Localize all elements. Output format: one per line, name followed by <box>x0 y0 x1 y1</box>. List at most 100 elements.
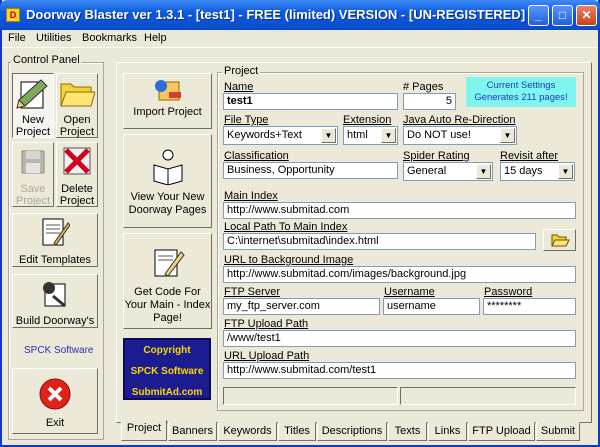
chevron-down-icon[interactable]: ▼ <box>321 128 336 143</box>
ftp-server-field[interactable]: my_ftp_server.com <box>223 298 380 315</box>
ftp-path-label: FTP Upload Path <box>224 318 309 330</box>
spck-software-link[interactable]: SPCK Software <box>24 345 93 356</box>
password-label: Password <box>484 286 533 298</box>
view-pages-button[interactable]: View Your New Doorway Pages <box>123 134 212 228</box>
tab-links[interactable]: Links <box>428 422 467 441</box>
tab-titles[interactable]: Titles <box>278 422 316 441</box>
classification-field[interactable]: Business, Opportunity <box>223 162 398 179</box>
classification-label: Classification <box>224 150 289 162</box>
build-doorways-button[interactable]: Build Doorway's <box>12 274 98 328</box>
window-title: Doorway Blaster ver 1.3.1 - [test1] - FR… <box>26 7 526 22</box>
badge-line-site: SubmitAd.com <box>131 387 203 398</box>
pages-field[interactable]: 5 <box>403 93 456 110</box>
get-code-button[interactable]: Get Code For Your Main - Index Page! <box>123 233 212 329</box>
exit-icon <box>39 378 71 410</box>
edit-templates-icon <box>42 218 70 246</box>
status-panel-right <box>400 387 576 405</box>
java-label: Java Auto Re-Direction <box>403 114 516 126</box>
bg-image-field[interactable]: http://www.submitad.com/images/backgroun… <box>223 266 576 283</box>
build-doorways-label: Build Doorway's <box>15 315 95 327</box>
menu-bookmarks[interactable]: Bookmarks <box>82 32 137 44</box>
folder-icon <box>60 83 95 107</box>
control-panel-legend: Control Panel <box>11 54 82 66</box>
local-path-label: Local Path To Main Index <box>224 221 348 233</box>
java-select[interactable]: Do NOT use! ▼ <box>403 126 517 145</box>
revisit-value: 15 days <box>504 165 543 177</box>
get-code-icon <box>154 249 185 277</box>
edit-templates-label: Edit Templates <box>19 254 91 266</box>
chevron-down-icon[interactable]: ▼ <box>476 164 491 179</box>
menu-help[interactable]: Help <box>144 32 167 44</box>
exit-button[interactable]: Exit <box>12 368 98 434</box>
revisit-select[interactable]: 15 days ▼ <box>500 162 575 181</box>
chevron-down-icon[interactable]: ▼ <box>500 128 515 143</box>
new-project-icon <box>16 79 48 109</box>
edit-templates-button[interactable]: Edit Templates <box>12 213 98 267</box>
menu-utilities[interactable]: Utilities <box>36 32 71 44</box>
delete-project-button[interactable]: Delete Project <box>56 142 98 207</box>
name-field[interactable]: test1 <box>223 93 398 110</box>
import-project-icon <box>154 80 181 101</box>
local-path-field[interactable]: C:\internet\submitad\index.html <box>223 233 536 250</box>
url-upload-field[interactable]: http://www.submitad.com/test1 <box>223 362 576 379</box>
exit-label: Exit <box>45 417 65 429</box>
save-project-button[interactable]: Save Project <box>12 142 54 207</box>
title-bar[interactable]: D Doorway Blaster ver 1.3.1 - [test1] - … <box>0 0 600 30</box>
username-field[interactable]: username <box>383 298 480 315</box>
bg-image-label: URL to Background Image <box>224 254 354 266</box>
spider-select[interactable]: General ▼ <box>403 162 493 181</box>
minimize-button[interactable]: _ <box>528 5 549 26</box>
extension-label: Extension <box>343 114 392 126</box>
browse-folder-button[interactable] <box>543 229 576 251</box>
app-icon: D <box>6 8 20 22</box>
filetype-value: Keywords+Text <box>227 129 302 141</box>
build-doorways-icon <box>43 282 66 308</box>
project-legend: Project <box>222 65 261 77</box>
import-project-button[interactable]: Import Project <box>123 73 212 129</box>
extension-value: html <box>347 129 368 141</box>
name-label: Name <box>224 81 254 93</box>
filetype-select[interactable]: Keywords+Text ▼ <box>223 126 338 145</box>
ftp-server-label: FTP Server <box>224 286 281 298</box>
ftp-path-field[interactable]: /www/test1 <box>223 330 576 347</box>
maximize-button[interactable]: □ <box>552 5 573 26</box>
filetype-label: File Type <box>224 114 269 126</box>
new-project-button[interactable]: New Project <box>12 73 54 138</box>
username-label: Username <box>384 286 435 298</box>
tab-texts[interactable]: Texts <box>388 422 427 441</box>
view-pages-label: View Your New Doorway Pages <box>128 191 207 216</box>
badge-line-company: SPCK Software <box>130 366 204 377</box>
url-upload-label: URL Upload Path <box>224 350 310 362</box>
open-folder-icon <box>551 234 570 247</box>
delete-x-icon <box>63 147 91 175</box>
current-settings-note: Current Settings Generates 211 pages! <box>466 77 576 107</box>
delete-project-label: Delete Project <box>59 183 95 207</box>
extension-select[interactable]: html ▼ <box>343 126 398 145</box>
spider-value: General <box>407 165 447 177</box>
status-panel-left <box>223 387 398 405</box>
tab-keywords[interactable]: Keywords <box>218 422 277 441</box>
copyright-badge[interactable]: Copyright SPCK Software SubmitAd.com <box>123 338 211 400</box>
revisit-label: Revisit after <box>500 150 559 162</box>
close-button[interactable]: ✕ <box>576 5 597 26</box>
chevron-down-icon[interactable]: ▼ <box>381 128 396 143</box>
tab-banners[interactable]: Banners <box>168 422 217 441</box>
floppy-disk-icon <box>21 150 45 174</box>
open-project-label: Open Project <box>59 114 95 138</box>
badge-line-copyright: Copyright <box>143 345 191 356</box>
tab-submit[interactable]: Submit <box>536 422 580 441</box>
tab-project[interactable]: Project <box>121 420 167 441</box>
menu-file[interactable]: File <box>8 32 26 44</box>
java-value: Do NOT use! <box>407 129 471 141</box>
get-code-label: Get Code For Your Main - Index Page! <box>124 286 211 324</box>
tab-ftp-upload[interactable]: FTP Upload <box>468 422 535 441</box>
main-index-field[interactable]: http://www.submitad.com <box>223 202 576 219</box>
main-index-label: Main Index <box>224 190 278 202</box>
open-project-button[interactable]: Open Project <box>56 73 98 138</box>
book-reader-icon <box>153 149 182 185</box>
password-field[interactable]: ******** <box>483 298 576 315</box>
new-project-label: New Project <box>15 114 51 138</box>
tab-descriptions[interactable]: Descriptions <box>317 422 387 441</box>
chevron-down-icon[interactable]: ▼ <box>558 164 573 179</box>
pages-label: # Pages <box>403 81 444 93</box>
